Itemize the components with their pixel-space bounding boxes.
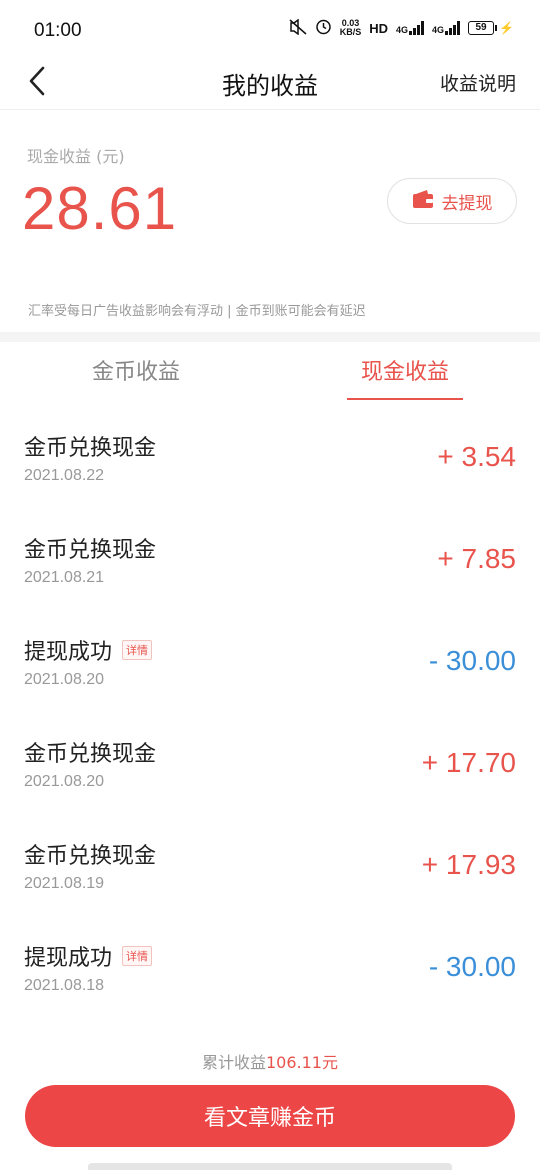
transaction-row: 提现成功 详情 2021.08.18 - 30.00 bbox=[0, 916, 540, 1018]
signal-2-label: 4G bbox=[432, 25, 445, 35]
transaction-title-text: 提现成功 bbox=[24, 946, 113, 971]
transaction-date: 2021.08.20 bbox=[24, 671, 105, 688]
transaction-title: 金币兑换现金 bbox=[24, 430, 156, 462]
hd-label: HD bbox=[369, 20, 389, 36]
transaction-title-text: 金币兑换现金 bbox=[24, 844, 157, 869]
total-earnings-suffix: 元 bbox=[321, 1053, 338, 1072]
transaction-date: 2021.08.21 bbox=[24, 569, 105, 586]
earnings-tabs: 金币收益 现金收益 bbox=[0, 342, 540, 402]
transaction-date: 2021.08.20 bbox=[24, 773, 105, 790]
transaction-amount: - 30.00 bbox=[428, 645, 516, 676]
transaction-amount: + 17.93 bbox=[421, 849, 516, 880]
detail-tag[interactable]: 详情 bbox=[122, 640, 153, 660]
balance-section: 现金收益 (元) 28.61 去提现 汇率受每日广告收益影响会有浮动 | 金币到… bbox=[0, 110, 540, 332]
signal-1-label: 4G bbox=[396, 25, 409, 35]
transaction-title-text: 金币兑换现金 bbox=[24, 742, 157, 767]
signal-1: 4G bbox=[396, 21, 425, 35]
balance-value: 28.61 bbox=[22, 175, 178, 242]
withdraw-button[interactable]: 去提现 bbox=[387, 178, 517, 224]
transaction-amount: - 30.00 bbox=[428, 951, 516, 982]
transaction-title: 金币兑换现金 bbox=[24, 838, 156, 870]
transaction-row: 金币兑换现金 2021.08.20 + 17.70 bbox=[0, 712, 540, 814]
tab-cash-earnings[interactable]: 现金收益 bbox=[325, 354, 485, 386]
transaction-date: 2021.08.19 bbox=[24, 875, 105, 892]
transaction-amount: + 3.54 bbox=[437, 441, 516, 472]
total-earnings-value: 106.11 bbox=[266, 1053, 322, 1072]
status-bar: 01:00 0.03 KB/S HD 4G 4G 59 ⚡ bbox=[0, 0, 540, 52]
signal-2: 4G bbox=[432, 21, 461, 35]
total-earnings-prefix: 累计收益 bbox=[201, 1053, 266, 1072]
transaction-amount: + 7.85 bbox=[437, 543, 516, 574]
transaction-row: 金币兑换现金 2021.08.19 + 17.93 bbox=[0, 814, 540, 916]
network-speed: 0.03 KB/S bbox=[340, 19, 362, 37]
transaction-date: 2021.08.22 bbox=[24, 467, 105, 484]
battery-icon: 59 ⚡ bbox=[468, 21, 514, 35]
status-time: 01:00 bbox=[34, 20, 82, 41]
transaction-amount: + 17.70 bbox=[421, 747, 516, 778]
active-tab-indicator bbox=[347, 398, 463, 400]
transaction-title: 金币兑换现金 bbox=[24, 532, 156, 564]
mute-icon bbox=[289, 18, 307, 38]
read-articles-earn-coins-button[interactable]: 看文章赚金币 bbox=[25, 1085, 515, 1147]
withdraw-label: 去提现 bbox=[441, 193, 493, 214]
charging-icon: ⚡ bbox=[499, 21, 514, 35]
transaction-row: 金币兑换现金 2021.08.22 + 3.54 bbox=[0, 406, 540, 508]
earnings-help-link[interactable]: 收益说明 bbox=[440, 69, 516, 96]
alarm-icon bbox=[315, 18, 332, 38]
transaction-row: 提现成功 详情 2021.08.20 - 30.00 bbox=[0, 610, 540, 712]
exchange-rate-notice: 汇率受每日广告收益影响会有浮动 | 金币到账可能会有延迟 bbox=[28, 304, 366, 319]
network-speed-unit: KB/S bbox=[339, 27, 362, 37]
transaction-title-text: 金币兑换现金 bbox=[24, 436, 157, 461]
transaction-title: 提现成功 详情 bbox=[24, 634, 153, 666]
signal-bars-icon bbox=[445, 21, 461, 35]
transaction-title: 金币兑换现金 bbox=[24, 736, 156, 768]
transaction-title: 提现成功 详情 bbox=[24, 940, 153, 972]
transaction-row: 金币兑换现金 2021.08.21 + 7.85 bbox=[0, 508, 540, 610]
total-earnings: 累计收益106.11元 bbox=[0, 1049, 540, 1073]
battery-level: 59 bbox=[468, 21, 495, 35]
detail-tag[interactable]: 详情 bbox=[122, 946, 153, 966]
transaction-list: 金币兑换现金 2021.08.22 + 3.54 金币兑换现金 2021.08.… bbox=[0, 406, 540, 1018]
transaction-title-text: 金币兑换现金 bbox=[24, 538, 157, 563]
transaction-date: 2021.08.18 bbox=[24, 977, 105, 994]
balance-label: 现金收益 (元) bbox=[27, 147, 125, 166]
nav-bar: 我的收益 收益说明 bbox=[0, 52, 540, 110]
section-divider bbox=[0, 332, 540, 342]
transaction-title-text: 提现成功 bbox=[24, 640, 113, 665]
status-icons: 0.03 KB/S HD 4G 4G 59 ⚡ bbox=[289, 18, 514, 38]
tab-coin-earnings[interactable]: 金币收益 bbox=[56, 354, 216, 386]
wallet-icon bbox=[412, 189, 434, 213]
home-indicator[interactable] bbox=[88, 1163, 452, 1170]
signal-bars-icon bbox=[409, 21, 425, 35]
